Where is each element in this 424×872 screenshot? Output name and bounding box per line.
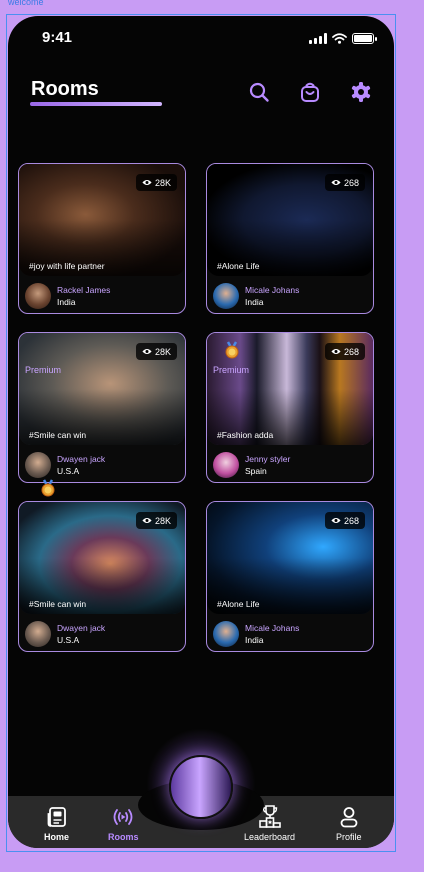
medal-icon [223, 341, 241, 359]
room-tag: #Smile can win [29, 599, 87, 609]
room-tag: #Smile can win [29, 430, 87, 440]
avatar[interactable] [25, 283, 51, 309]
view-count-badge: 28K [135, 343, 177, 360]
view-count: 268 [343, 346, 359, 357]
host-country: U.S.A [57, 635, 80, 645]
nav-rooms-label: Rooms [108, 832, 139, 842]
host-country: Spain [245, 466, 267, 476]
eye-icon [331, 348, 341, 355]
status-icons [309, 33, 377, 44]
wifi-icon [332, 33, 347, 44]
avatar[interactable] [213, 452, 239, 478]
host-name: Dwayen jack [57, 454, 106, 464]
avatar[interactable] [25, 621, 51, 647]
room-tag: #joy with life partner [29, 261, 105, 271]
room-tag: #Fashion adda [217, 430, 274, 440]
battery-icon [352, 33, 377, 44]
host-country: India [245, 635, 264, 645]
avatar[interactable] [25, 452, 51, 478]
premium-label: Premium [25, 365, 62, 375]
room-card[interactable]: 28K #joy with life partner Rackel James Ind… [18, 163, 186, 314]
view-count: 268 [343, 515, 359, 526]
shop-button[interactable] [298, 80, 322, 104]
view-count: 28K [154, 346, 171, 357]
nav-rooms[interactable]: Rooms [108, 806, 139, 842]
premium-label: Premium [213, 365, 250, 375]
nav-home[interactable]: Home [44, 806, 69, 842]
newspaper-icon [47, 807, 66, 827]
gear-icon [351, 82, 371, 102]
view-count: 268 [343, 177, 359, 188]
broadcast-icon [113, 809, 133, 825]
status-time: 9:41 [42, 29, 73, 46]
nav-profile-label: Profile [336, 832, 362, 842]
shopping-bag-icon [301, 82, 319, 102]
settings-button[interactable] [349, 80, 373, 104]
view-count-badge: 28K [135, 512, 177, 529]
host-country: U.S.A [57, 466, 80, 476]
room-tag: #Alone Life [217, 261, 260, 271]
nav-profile[interactable]: Profile [336, 806, 362, 842]
host-name: Rackel James [57, 285, 111, 295]
view-count: 28K [154, 177, 171, 188]
title-underline [30, 102, 162, 106]
view-count-badge: 268 [324, 174, 365, 191]
host-name: Micale Johans [245, 285, 300, 295]
view-count-badge: 268 [324, 512, 365, 529]
eye-icon [142, 517, 152, 524]
eye-icon [331, 179, 341, 186]
nav-leaderboard-label: Leaderboard [244, 832, 296, 842]
medal-icon [39, 479, 57, 497]
host-country: India [245, 297, 264, 307]
eye-icon [331, 517, 341, 524]
host-name: Micale Johans [245, 623, 300, 633]
user-icon [340, 807, 358, 828]
center-action-button[interactable] [169, 755, 233, 819]
phone-screen: 9:41 Rooms 28K #joy with life partner Ra… [8, 16, 394, 848]
room-card[interactable]: 268 #Alone Life Micale Johans India [206, 163, 374, 314]
eye-icon [142, 179, 152, 186]
view-count-badge: 28K [135, 174, 177, 191]
room-card[interactable]: 268 #Alone Life Micale Johans India [206, 501, 374, 652]
page-title: Rooms [31, 78, 99, 100]
search-button[interactable] [247, 80, 271, 104]
host-country: India [57, 297, 76, 307]
room-card[interactable]: 28K Premium #Smile can win Dwayen jack U.S.A [18, 332, 186, 483]
room-tag: #Alone Life [217, 599, 260, 609]
signal-icon [309, 33, 327, 44]
status-bar: 9:41 [8, 16, 394, 62]
view-count-badge: 268 [324, 343, 365, 360]
view-count: 28K [154, 515, 171, 526]
nav-home-label: Home [44, 832, 70, 842]
avatar[interactable] [213, 621, 239, 647]
eye-icon [142, 348, 152, 355]
room-card[interactable]: 28K #Smile can win Dwayen jack U.S.A [18, 501, 186, 652]
host-name: Jenny styler [245, 454, 291, 464]
host-name: Dwayen jack [57, 623, 106, 633]
frame-label: welcome [8, 0, 44, 7]
avatar[interactable] [213, 283, 239, 309]
search-icon [249, 82, 269, 102]
